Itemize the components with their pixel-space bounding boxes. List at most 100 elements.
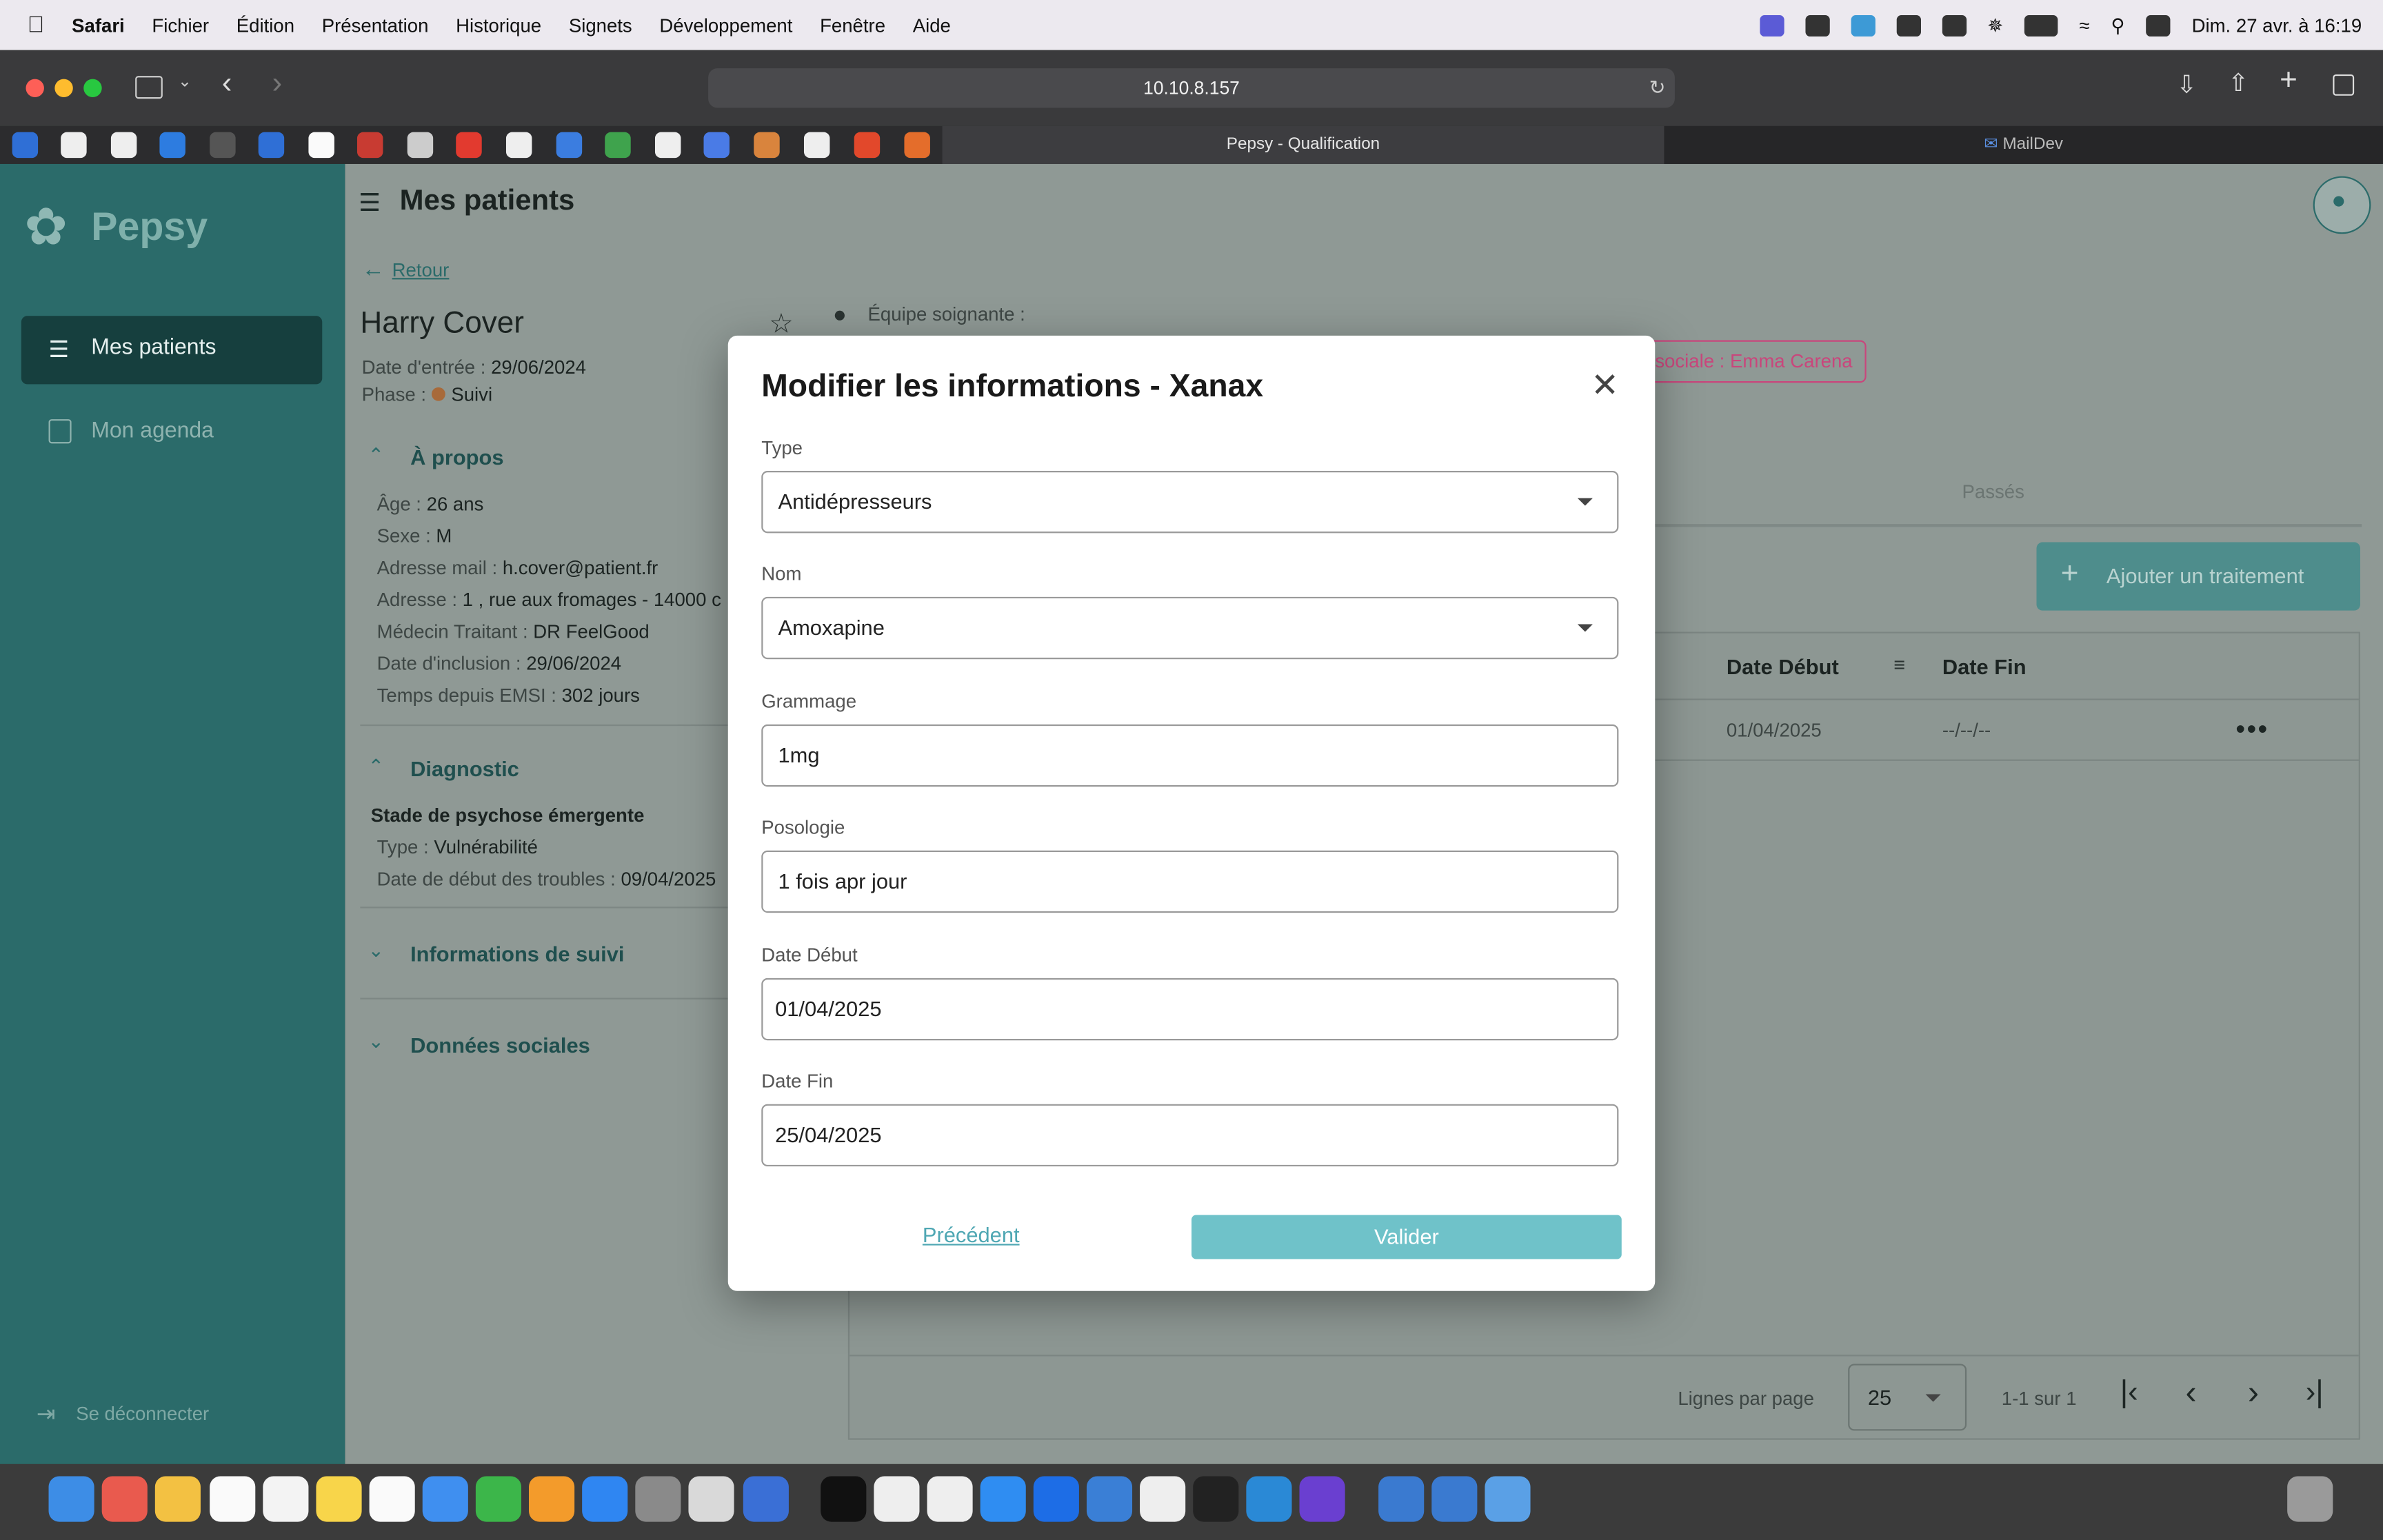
apple-icon[interactable]: 	[28, 12, 45, 38]
reload-icon[interactable]: ↻	[1649, 68, 1666, 108]
search-icon[interactable]: ⚲	[2111, 14, 2124, 37]
app-icon[interactable]	[1140, 1476, 1186, 1522]
back-arrow-icon[interactable]: ‹	[222, 67, 232, 102]
forward-arrow-icon[interactable]: ›	[272, 67, 283, 102]
folder-icon[interactable]	[1485, 1476, 1531, 1522]
screen-share-icon[interactable]	[1759, 14, 1784, 36]
photos-icon[interactable]	[154, 1476, 201, 1522]
bookmark-openai-icon[interactable]	[654, 132, 681, 159]
app-icon[interactable]	[688, 1476, 734, 1522]
battery-icon[interactable]	[2024, 14, 2058, 36]
first-page-icon[interactable]: |‹	[2120, 1376, 2138, 1411]
sort-icon[interactable]: ≡	[1893, 653, 1905, 676]
share-icon[interactable]: ⇧	[2228, 68, 2249, 99]
bookmark-icon[interactable]	[12, 132, 39, 159]
pages-icon[interactable]	[529, 1476, 575, 1522]
col-date-debut[interactable]: Date Début	[1727, 655, 1839, 679]
menu-aide[interactable]: Aide	[913, 14, 951, 36]
bookmark-icon[interactable]	[904, 132, 930, 159]
clock[interactable]: Dim. 27 avr. à 16:19	[2192, 14, 2362, 36]
launchpad-icon[interactable]	[101, 1476, 148, 1522]
tab-maildev[interactable]: ✉ MailDev	[1664, 125, 2383, 164]
app-icon[interactable]	[1941, 14, 1967, 36]
bookmark-icon[interactable]	[407, 132, 434, 159]
bookmark-icon[interactable]	[605, 132, 631, 159]
sidebar-item-mes-patients[interactable]: ☰ Mes patients	[21, 316, 323, 385]
bookmark-apple-icon[interactable]	[505, 132, 532, 159]
bookmark-gemini-icon[interactable]	[703, 132, 730, 159]
tab-passes[interactable]: Passés	[1962, 481, 2024, 503]
previous-button[interactable]: Précédent	[923, 1223, 1020, 1247]
numbers-icon[interactable]	[475, 1476, 522, 1522]
reminders-icon[interactable]	[263, 1476, 309, 1522]
nom-select[interactable]: Amoxapine	[761, 596, 1619, 660]
chevron-up-icon[interactable]: ⌃	[368, 443, 384, 467]
bookmark-claude-icon[interactable]	[754, 132, 780, 159]
safari-icon[interactable]	[980, 1476, 1026, 1522]
type-select[interactable]: Antidépresseurs	[761, 470, 1619, 534]
minimize-window-icon[interactable]	[54, 79, 73, 98]
sidebar-item-mon-agenda[interactable]: Mon agenda	[21, 399, 322, 467]
date-fin-input[interactable]: 25/04/2025	[761, 1104, 1619, 1167]
bookmark-icon[interactable]	[308, 132, 334, 159]
keynote-icon[interactable]	[422, 1476, 468, 1522]
menu-developpement[interactable]: Développement	[659, 14, 792, 36]
sidebar-toggle-icon[interactable]	[135, 76, 163, 99]
tab-pepsy[interactable]: Pepsy - Qualification	[942, 125, 1665, 164]
chevron-down-icon[interactable]: ⌄	[368, 939, 384, 963]
chrome-icon[interactable]	[874, 1476, 920, 1522]
add-treatment-button[interactable]: + Ajouter un traitement	[2036, 542, 2360, 611]
back-link[interactable]: Retour	[392, 260, 450, 281]
pycharm-icon[interactable]	[1193, 1476, 1239, 1522]
bookmark-icon[interactable]	[356, 132, 383, 159]
next-page-icon[interactable]: ›	[2248, 1373, 2259, 1412]
menu-edition[interactable]: Édition	[237, 14, 294, 36]
grammage-input[interactable]: 1mg	[761, 724, 1619, 787]
maps-icon[interactable]	[1033, 1476, 1079, 1522]
freeform-icon[interactable]	[369, 1476, 415, 1522]
menu-signets[interactable]: Signets	[569, 14, 632, 36]
menu-app[interactable]: Safari	[72, 14, 125, 36]
diagnostic-section-title[interactable]: Diagnostic	[410, 756, 519, 780]
menu-fenetre[interactable]: Fenêtre	[820, 14, 885, 36]
menu-presentation[interactable]: Présentation	[322, 14, 429, 36]
wifi-icon[interactable]: ≈	[2079, 14, 2089, 36]
bookmark-calendar-icon[interactable]	[556, 132, 583, 159]
bookmark-github-icon[interactable]	[110, 132, 137, 159]
app-icon[interactable]	[1299, 1476, 1345, 1522]
grammarly-icon[interactable]	[1804, 14, 1829, 36]
close-icon[interactable]: ✕	[1589, 368, 1620, 401]
calendar-app-icon[interactable]	[210, 1476, 256, 1522]
terminal-icon[interactable]	[821, 1476, 867, 1522]
xcode-icon[interactable]	[743, 1476, 789, 1522]
system-settings-icon[interactable]	[635, 1476, 681, 1522]
new-tab-icon[interactable]: +	[2280, 64, 2297, 99]
bookmark-gitlab-icon[interactable]	[854, 132, 881, 159]
zoom-window-icon[interactable]	[83, 79, 102, 98]
chevron-down-icon[interactable]: ⌄	[368, 1030, 384, 1054]
trash-icon[interactable]	[2287, 1476, 2333, 1522]
bookmark-icon[interactable]	[456, 132, 482, 159]
user-avatar-button[interactable]: ●	[2313, 176, 2371, 234]
app-store-icon[interactable]	[582, 1476, 628, 1522]
chevron-up-icon[interactable]: ⌃	[368, 755, 384, 779]
network-icon[interactable]	[1378, 1476, 1425, 1522]
validate-button[interactable]: Valider	[1192, 1215, 1622, 1259]
app-icon[interactable]	[1086, 1476, 1133, 1522]
network-icon[interactable]	[1431, 1476, 1478, 1522]
bookmark-gmail-icon[interactable]	[803, 132, 830, 159]
text-tool-icon[interactable]	[1850, 14, 1875, 36]
posologie-input[interactable]: 1 fois apr jour	[761, 850, 1619, 913]
bluetooth-icon[interactable]: ✵	[1987, 14, 2003, 37]
control-center-icon[interactable]	[2146, 14, 2171, 36]
about-section-title[interactable]: À propos	[410, 445, 503, 469]
vpn-icon[interactable]	[1896, 14, 1921, 36]
tab-overview-icon[interactable]	[2333, 74, 2355, 96]
vscode-icon[interactable]	[1246, 1476, 1292, 1522]
downloads-icon[interactable]: ⇩	[2176, 70, 2197, 100]
notes-icon[interactable]	[316, 1476, 362, 1522]
rows-per-page-select[interactable]: 25	[1848, 1364, 1967, 1431]
close-window-icon[interactable]	[26, 79, 44, 98]
date-debut-input[interactable]: 01/04/2025	[761, 977, 1619, 1041]
bookmark-icon[interactable]	[258, 132, 285, 159]
